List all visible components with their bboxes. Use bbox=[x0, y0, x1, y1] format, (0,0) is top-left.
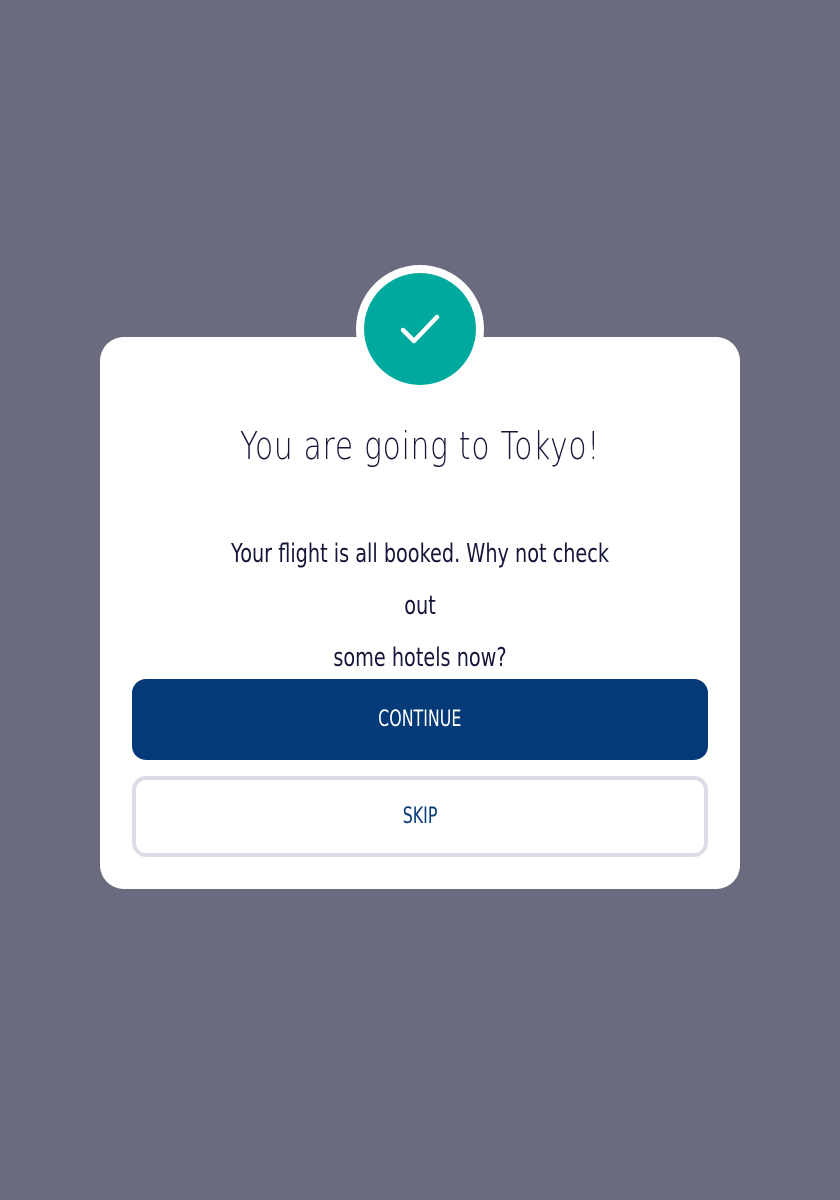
dialog-message-line-2: some hotels now? bbox=[333, 643, 507, 673]
dialog-message: Your flight is all booked. Why not check… bbox=[220, 528, 620, 684]
skip-button[interactable]: SKIP bbox=[132, 776, 708, 857]
dialog-message-line-1: Your flight is all booked. Why not check… bbox=[231, 539, 609, 621]
success-badge bbox=[364, 273, 476, 385]
continue-button[interactable]: CONTINUE bbox=[132, 679, 708, 760]
skip-button-label: SKIP bbox=[402, 804, 438, 829]
check-icon bbox=[400, 314, 440, 344]
dialog-title: You are going to Tokyo! bbox=[239, 424, 600, 468]
continue-button-label: CONTINUE bbox=[378, 707, 462, 732]
